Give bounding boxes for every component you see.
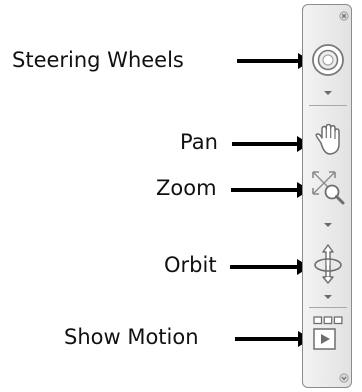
customize-menu-icon[interactable] — [339, 373, 349, 383]
steering-wheels-arrow — [237, 53, 311, 69]
show-motion-icon[interactable] — [312, 315, 344, 355]
hand-icon[interactable] — [312, 123, 344, 157]
steering-wheels-dropdown[interactable] — [324, 91, 332, 95]
steering-wheel-icon[interactable] — [311, 43, 345, 77]
navigation-bar — [302, 4, 352, 388]
orbit-label: Orbit — [164, 253, 217, 277]
separator — [309, 307, 347, 308]
pan-arrow — [232, 136, 310, 152]
orbit-dropdown[interactable] — [324, 295, 332, 299]
zoom-magnifier-icon[interactable] — [310, 169, 346, 207]
orbit-arrow — [230, 259, 310, 275]
show-motion-arrow — [235, 331, 311, 347]
zoom-dropdown[interactable] — [324, 223, 332, 227]
steering-wheels-label: Steering Wheels — [12, 48, 184, 72]
zoom-arrow — [231, 182, 310, 198]
separator — [309, 105, 347, 106]
zoom-label: Zoom — [156, 176, 217, 200]
pan-label: Pan — [180, 130, 218, 154]
orbit-icon[interactable] — [312, 243, 344, 285]
close-icon[interactable] — [339, 11, 349, 21]
show-motion-label: Show Motion — [64, 325, 199, 349]
